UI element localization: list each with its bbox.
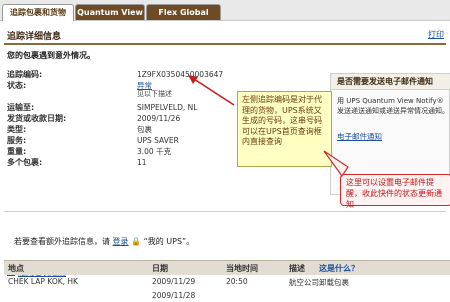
row-time: 20:50 [226, 277, 248, 286]
col-local-time: 当地时间 [226, 264, 258, 273]
detail-label: 类型: [7, 125, 27, 134]
title-divider [4, 43, 446, 45]
notify-box-title: 是否需要发送电子邮件通知 [337, 77, 433, 86]
callout-pointer-icon [323, 150, 349, 178]
detail-label: 服务: [7, 136, 27, 145]
lock-icon: 🔒 [131, 237, 142, 246]
login-link[interactable]: 登录 [113, 237, 129, 246]
multiple-packages-value: 11 [137, 158, 147, 167]
tracking-panel: 追踪详细信息 打印 您的包裹遇到意外情况。 追踪编码: 1Z9FX0350450… [0, 21, 450, 300]
progress-table-header: 地点 日期 当地时间 描述 这是什么？ [4, 260, 450, 275]
tracking-number-callout: 左侧追踪编码是对于代理的货物，UPS系统又生成的号码，这串号码可以在UPS首页查… [237, 91, 332, 167]
more-info-prefix: 若要查看额外追踪信息，请 [14, 237, 110, 246]
section-divider [4, 211, 446, 212]
tab-flex-global-view[interactable]: Flex Global View [146, 4, 221, 33]
ship-date-value: 2009/11/26 [137, 114, 181, 123]
more-info-suffix: “我的 UPS”。 [143, 237, 195, 246]
notify-box-header: 是否需要发送电子邮件通知 [331, 74, 450, 90]
print-link[interactable]: 打印 [428, 29, 444, 40]
detail-label: 发货或收款日期: [7, 114, 67, 123]
service-value: UPS SAVER [137, 136, 179, 145]
col-location: 地点 [8, 264, 24, 273]
detail-label: 重量: [7, 147, 27, 156]
col-date: 日期 [152, 264, 168, 273]
detail-label: 追踪编码: [7, 70, 43, 79]
table-row: CHEK LAP KOK, HK 2009/11/29 20:50 航空公司卸载… [4, 275, 450, 288]
notify-box-text: 用 UPS Quantum View Notify® 发送递送通知或递送异常情况… [337, 97, 449, 115]
email-notify-link[interactable]: 电子邮件通知 [337, 131, 382, 142]
detail-label: 运输至: [7, 103, 35, 112]
callout-arrow-icon [188, 75, 235, 106]
table-row: 2009/11/28 [4, 289, 450, 302]
row-description: 航空公司卸载包裹 [289, 278, 349, 287]
row-date: 2009/11/28 [152, 291, 196, 300]
detail-label: 多个包裹: [7, 158, 43, 167]
detail-label: 状态: [7, 81, 27, 90]
status-note: 见以下描述 [137, 90, 172, 98]
page-title: 追踪详细信息 [7, 32, 62, 42]
tab-track-packages[interactable]: 追踪包裹和货物 [2, 4, 74, 21]
more-info-text: 若要查看额外追踪信息，请 登录 🔒 “我的 UPS”。 [14, 236, 194, 247]
type-value: 包裹 [137, 125, 152, 134]
tab-quantum-view[interactable]: Quantum View [75, 4, 145, 20]
whats-this-link[interactable]: 这是什么？ [319, 263, 359, 274]
weight-value: 3.00 千克 [137, 147, 172, 156]
tab-bar: 追踪包裹和货物 Quantum View Flex Global View [0, 0, 450, 33]
row-location: CHEK LAP KOK, HK [8, 277, 78, 286]
email-notify-callout: 这里可以设置电子邮件提醒，收此快件的状态更新通知 [340, 174, 450, 209]
col-description: 描述 [289, 264, 305, 273]
row-date: 2009/11/29 [152, 277, 196, 286]
exception-message: 您的包裹遇到意外情况。 [7, 51, 95, 60]
